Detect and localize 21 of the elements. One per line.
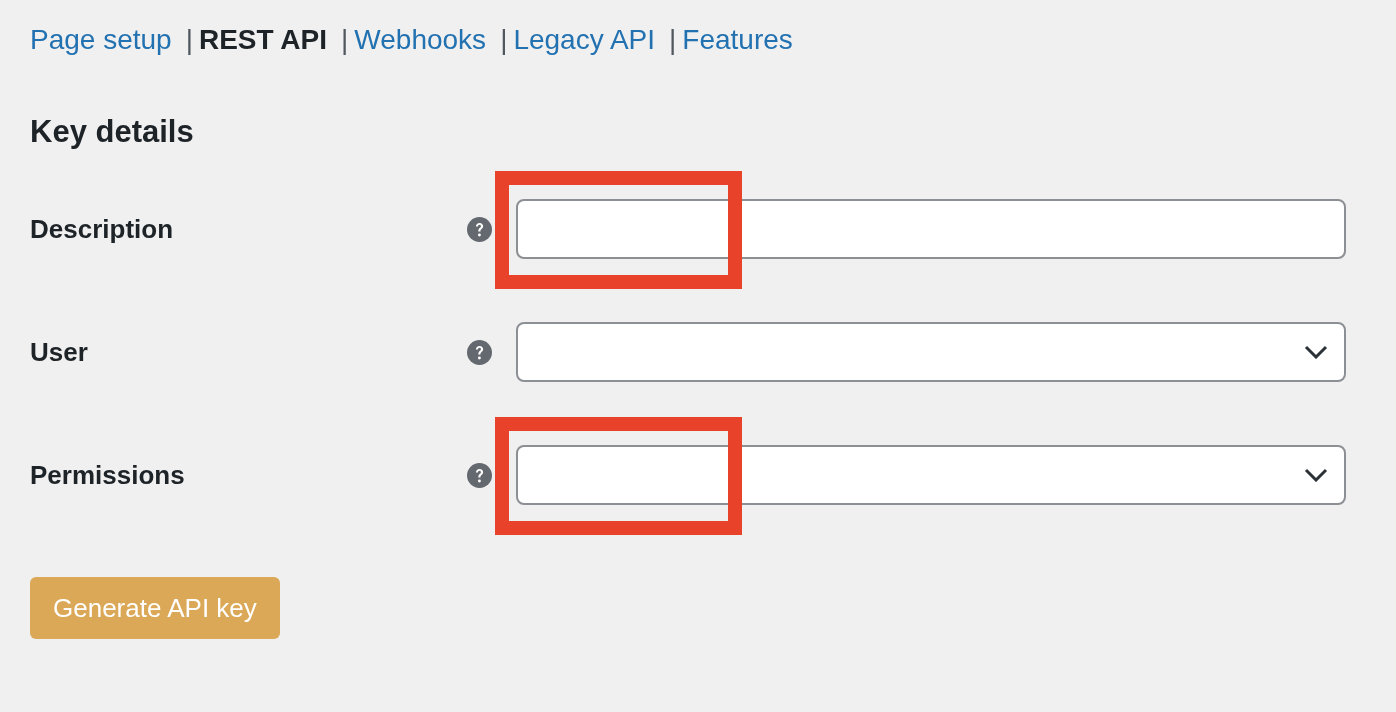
tab-separator: | (341, 24, 349, 56)
tab-separator: | (500, 24, 508, 56)
field-label: Description (30, 213, 175, 245)
nav-tab[interactable]: Legacy API (513, 24, 656, 56)
tab-separator: | (185, 24, 193, 56)
nav-tab[interactable]: Page setup (30, 24, 172, 56)
nav-tab[interactable]: Features (682, 24, 793, 56)
help-icon[interactable] (467, 216, 492, 242)
tab-separator: | (669, 24, 677, 56)
help-icon[interactable] (467, 339, 492, 365)
chevron-down-icon (1304, 345, 1328, 359)
dropdown-field[interactable] (516, 445, 1346, 505)
field-label: User (30, 336, 89, 368)
field-label: Permissions (30, 459, 186, 491)
description-input[interactable] (516, 199, 1346, 259)
section-heading: Key details (30, 114, 195, 150)
chevron-down-icon (1304, 468, 1328, 482)
nav-tab[interactable]: REST API (198, 24, 328, 56)
help-icon[interactable] (467, 462, 492, 488)
nav-tab[interactable]: Webhooks (354, 24, 487, 56)
dropdown-field[interactable] (516, 322, 1346, 382)
